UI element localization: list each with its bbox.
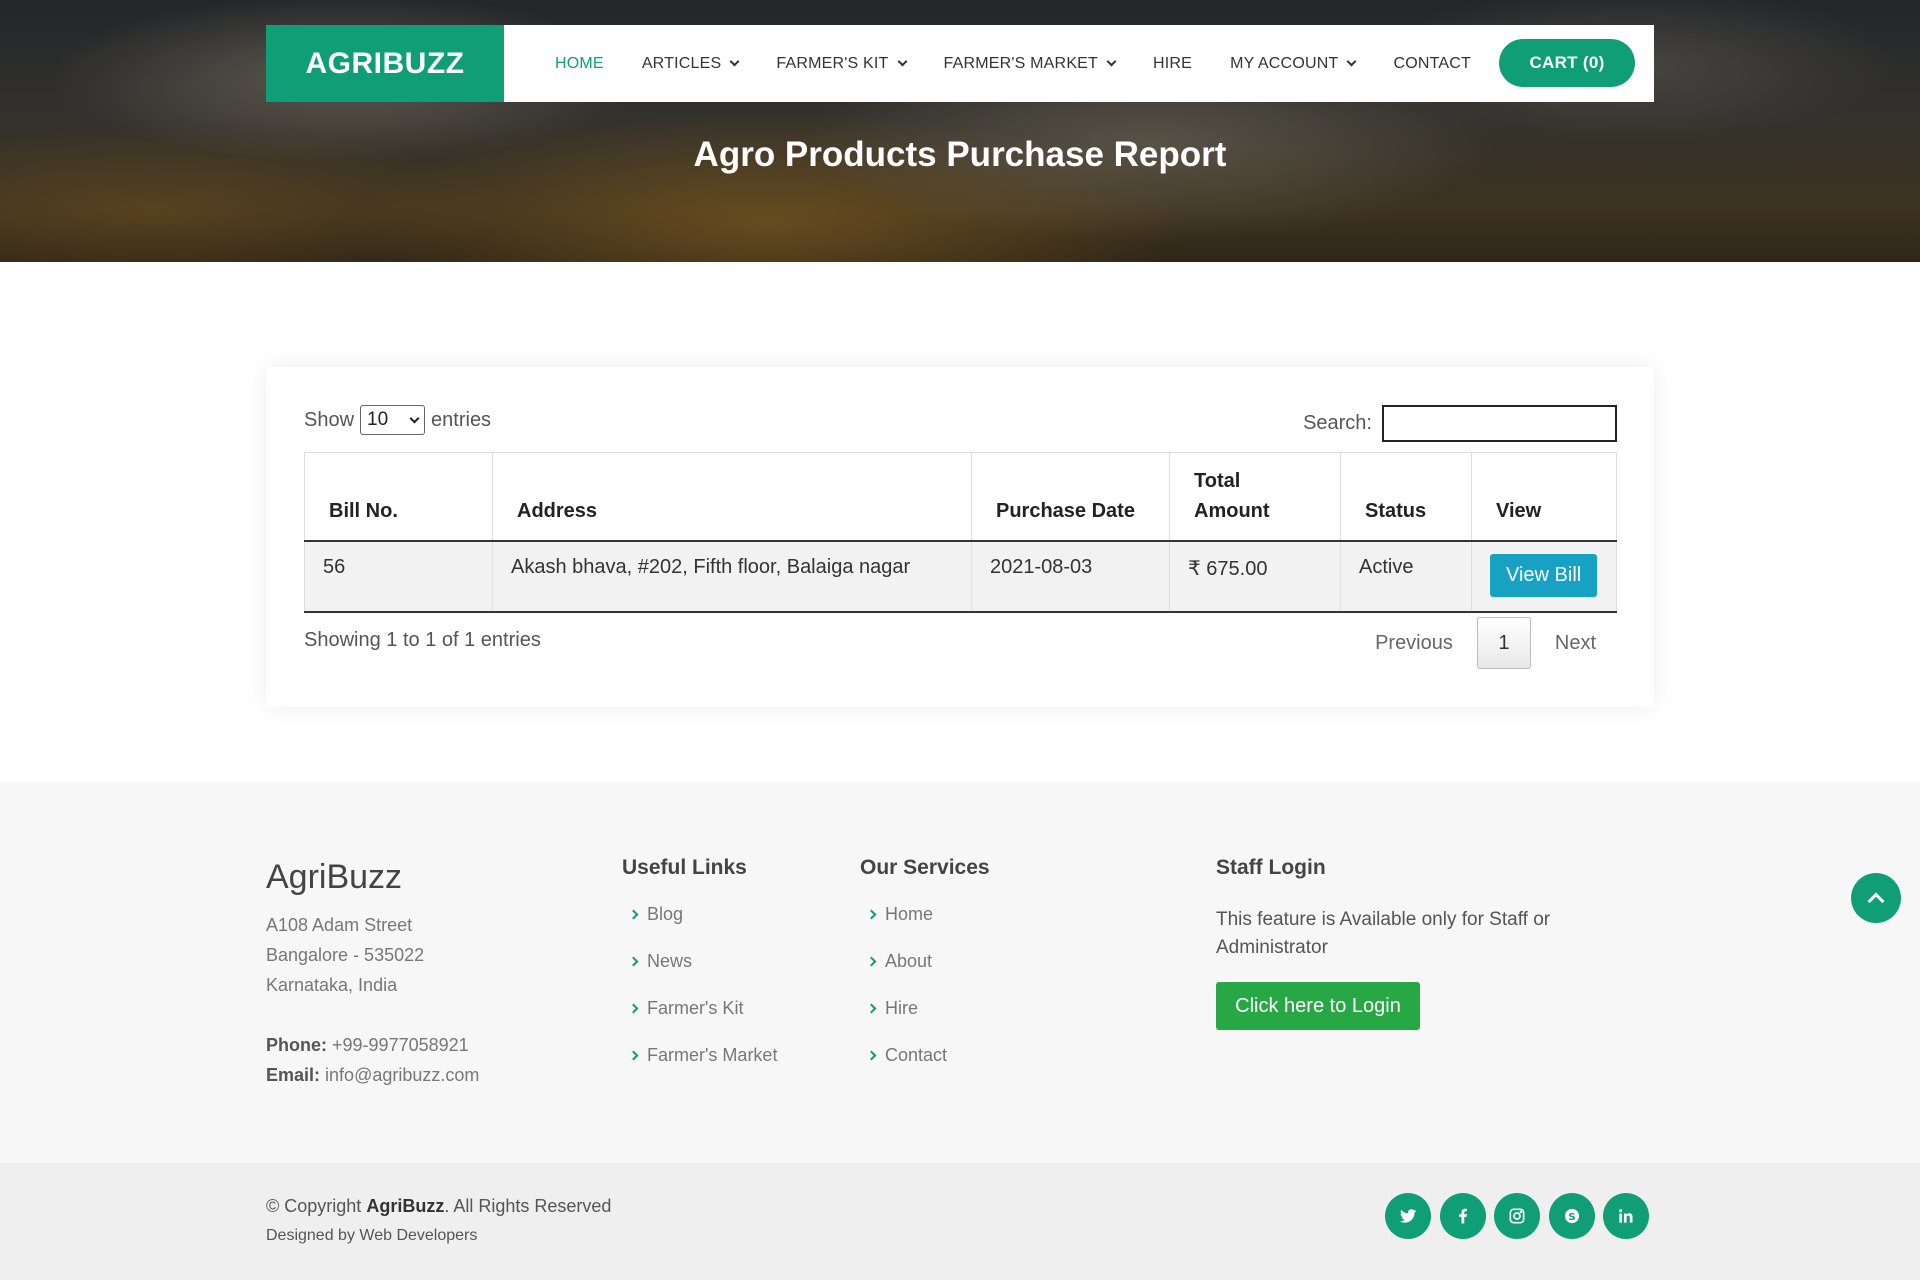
chevron-right-icon (628, 1050, 639, 1061)
email-value: info@agribuzz.com (325, 1065, 480, 1085)
view-bill-button[interactable]: View Bill (1490, 553, 1598, 597)
table-row: 56 Akash bhava, #202, Fifth floor, Balai… (304, 540, 1617, 613)
cart-button[interactable]: CART (0) (1499, 39, 1635, 87)
table-info: Showing 1 to 1 of 1 entries (304, 629, 541, 651)
table-header-row: Bill No. Address Purchase Date Total Amo… (304, 452, 1617, 542)
useful-link-blog[interactable]: Blog (624, 904, 777, 951)
copyright: © Copyright AgriBuzz. All Rights Reserve… (266, 1196, 612, 1216)
column-header-view[interactable]: View (1471, 452, 1617, 542)
copyright-brand: AgriBuzz (366, 1196, 445, 1216)
useful-links-list: Blog News Farmer's Kit Farmer's Market (624, 904, 777, 1092)
useful-links-title: Useful Links (622, 856, 747, 879)
phone-label: Phone: (266, 1035, 327, 1055)
cell-bill-no: 56 (304, 540, 493, 613)
social-links: S (1385, 1193, 1658, 1239)
footer-contact: Phone: +99-9977058921 Email: info@agribu… (266, 1030, 479, 1090)
service-link-contact[interactable]: Contact (862, 1045, 947, 1092)
column-header-purchase-date[interactable]: Purchase Date (971, 452, 1170, 542)
nav-menu: HOME ARTICLES FARMER'S KIT FARMER'S MARK… (555, 25, 1509, 102)
useful-link-farmers-kit[interactable]: Farmer's Kit (624, 998, 777, 1045)
chevron-down-icon (897, 56, 907, 66)
useful-link-news[interactable]: News (624, 951, 777, 998)
useful-link-farmers-market[interactable]: Farmer's Market (624, 1045, 777, 1092)
pagination: Previous 1 Next (1375, 617, 1596, 669)
linkedin-icon[interactable] (1603, 1193, 1649, 1239)
instagram-icon[interactable] (1494, 1193, 1540, 1239)
chevron-right-icon (628, 956, 639, 967)
chevron-right-icon (866, 1003, 877, 1014)
brand-logo[interactable]: AGRIBUZZ (266, 25, 504, 102)
previous-page-button[interactable]: Previous (1375, 632, 1453, 655)
footer-brand: AgriBuzz (266, 858, 403, 896)
phone-value: +99-9977058921 (332, 1035, 469, 1055)
skype-icon[interactable]: S (1548, 1193, 1595, 1239)
staff-login-text: This feature is Available only for Staff… (1216, 909, 1551, 958)
cell-purchase-date: 2021-08-03 (971, 540, 1170, 613)
bottom-bar: © Copyright AgriBuzz. All Rights Reserve… (0, 1163, 1920, 1280)
search-control: Search: (1303, 405, 1617, 442)
nav-item-articles[interactable]: ARTICLES (642, 55, 740, 73)
purchase-report-table: Bill No. Address Purchase Date Total Amo… (304, 452, 1617, 613)
service-link-home[interactable]: Home (862, 904, 947, 951)
chevron-up-icon (1867, 892, 1885, 910)
cell-status: Active (1340, 540, 1472, 613)
nav-item-farmers-market[interactable]: FARMER'S MARKET (944, 55, 1117, 73)
designed-by: Designed by Web Developers (266, 1227, 478, 1244)
chevron-right-icon (628, 909, 639, 920)
email-label: Email: (266, 1065, 321, 1085)
address-line: Bangalore - 535022 (266, 945, 425, 965)
column-header-bill-no[interactable]: Bill No. (304, 452, 493, 542)
services-list: Home About Hire Contact (862, 904, 947, 1092)
next-page-button[interactable]: Next (1555, 632, 1596, 655)
nav-item-my-account[interactable]: MY ACCOUNT (1230, 55, 1357, 73)
chevron-down-icon (1106, 56, 1117, 66)
chevron-right-icon (628, 1003, 639, 1014)
chevron-down-icon (729, 56, 740, 66)
chevron-down-icon (1347, 56, 1357, 66)
cell-view: View Bill (1471, 540, 1617, 613)
chevron-down-icon (409, 413, 420, 423)
page-title: Agro Products Purchase Report (693, 135, 1227, 174)
staff-login-title: Staff Login (1216, 856, 1326, 879)
column-header-status[interactable]: Status (1340, 452, 1472, 542)
svg-text:S: S (1568, 1212, 1575, 1223)
nav-item-farmers-kit[interactable]: FARMER'S KIT (776, 55, 907, 73)
service-link-hire[interactable]: Hire (862, 998, 947, 1045)
entries-select-value: 10 (367, 409, 389, 430)
column-header-total-amount[interactable]: Total Amount (1169, 452, 1341, 542)
service-link-about[interactable]: About (862, 951, 947, 998)
address-line: A108 Adam Street (266, 915, 413, 935)
chevron-right-icon (866, 956, 877, 967)
page-button-1[interactable]: 1 (1476, 617, 1531, 669)
report-card: Show 10 entries Search: Bill No. Address… (266, 367, 1654, 707)
footer: AgriBuzz A108 Adam Street Bangalore - 53… (0, 782, 1920, 1163)
chevron-right-icon (866, 1050, 877, 1061)
entries-length-control: Show 10 entries (304, 405, 491, 435)
nav-item-hire[interactable]: HIRE (1153, 55, 1192, 73)
staff-login-button[interactable]: Click here to Login (1216, 982, 1420, 1030)
address-line: Karnataka, India (266, 975, 398, 995)
column-header-address[interactable]: Address (492, 452, 972, 542)
entries-label: entries (431, 408, 492, 431)
cell-total-amount: ₹ 675.00 (1169, 540, 1341, 613)
services-title: Our Services (860, 856, 990, 879)
back-to-top-button[interactable] (1851, 873, 1901, 923)
twitter-icon[interactable] (1385, 1193, 1431, 1239)
cell-address: Akash bhava, #202, Fifth floor, Balaiga … (492, 540, 972, 613)
navbar: AGRIBUZZ HOME ARTICLES FARMER'S KIT FARM… (266, 25, 1654, 102)
facebook-icon[interactable] (1439, 1193, 1486, 1239)
chevron-right-icon (866, 909, 877, 920)
nav-item-contact[interactable]: CONTACT (1393, 55, 1471, 73)
entries-select[interactable]: 10 (360, 405, 426, 435)
nav-item-home[interactable]: HOME (555, 55, 604, 73)
show-label: Show (304, 408, 355, 431)
footer-address: A108 Adam Street Bangalore - 535022 Karn… (266, 910, 424, 1000)
search-input[interactable] (1382, 405, 1617, 442)
search-label: Search: (1303, 412, 1372, 434)
